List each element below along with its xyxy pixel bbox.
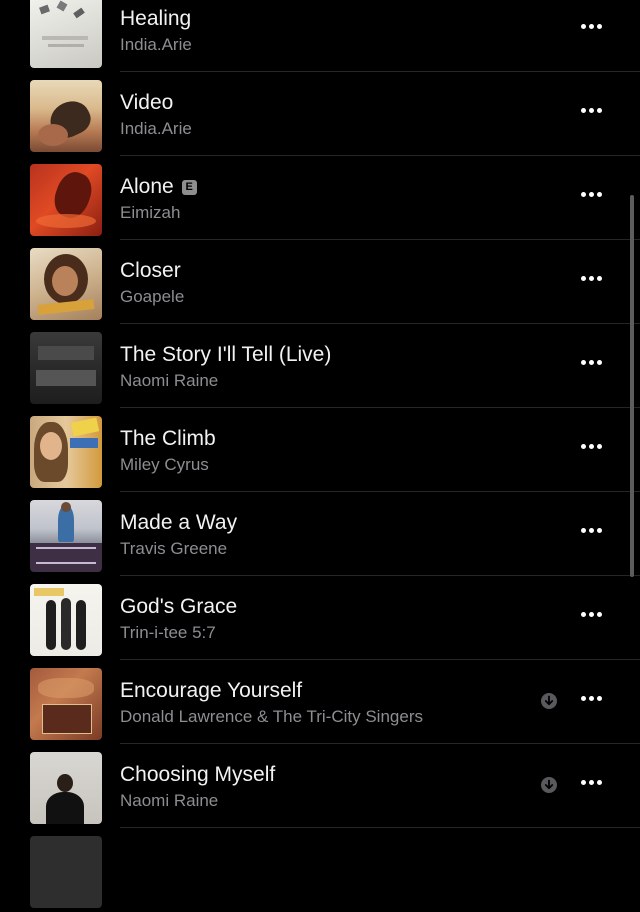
album-art[interactable] [30,0,102,68]
song-row[interactable]: God's Grace Trin-i-tee 5:7 [0,576,640,660]
song-artist: Naomi Raine [120,371,219,390]
more-options-icon[interactable] [581,360,602,365]
song-artist: Trin-i-tee 5:7 [120,623,216,642]
album-art[interactable] [30,164,102,236]
song-artist: Goapele [120,287,185,306]
album-art[interactable] [30,80,102,152]
album-art[interactable] [30,752,102,824]
more-options-icon[interactable] [581,612,602,617]
song-title: Alone [120,175,174,198]
song-title: Encourage Yourself [120,679,303,702]
album-art[interactable] [30,584,102,656]
more-options-icon[interactable] [581,444,602,449]
song-artist: India.Arie [120,35,192,54]
song-info: The Story I'll Tell (Live) Naomi Raine [120,342,640,391]
downloaded-arrow-icon [541,777,557,793]
album-art[interactable] [30,668,102,740]
more-options-icon[interactable] [581,528,602,533]
song-row[interactable]: Video India.Arie [0,72,640,156]
song-artist: Eimizah [120,203,181,222]
song-artist: Travis Greene [120,539,228,558]
more-options-icon[interactable] [581,108,602,113]
song-artist: India.Arie [120,119,192,138]
explicit-badge: E [181,179,197,195]
song-info: Made a Way Travis Greene [120,510,640,559]
song-artist: Miley Cyrus [120,455,209,474]
song-row[interactable]: Healing India.Arie [0,0,640,72]
more-options-icon[interactable] [581,276,602,281]
song-info: Video India.Arie [120,90,640,139]
song-title: Closer [120,259,181,282]
song-row[interactable]: The Story I'll Tell (Live) Naomi Raine [0,324,640,408]
song-row[interactable]: Closer Goapele [0,240,640,324]
song-title: Choosing Myself [120,763,276,786]
song-row[interactable]: Alone E Eimizah [0,156,640,240]
more-options-icon[interactable] [581,780,602,785]
song-title: The Story I'll Tell (Live) [120,343,332,366]
more-options-icon[interactable] [581,192,602,197]
scrollbar[interactable] [630,195,634,577]
album-art[interactable] [30,500,102,572]
song-info: Alone E Eimizah [120,174,640,223]
album-art[interactable] [30,248,102,320]
song-info: Closer Goapele [120,258,640,307]
song-row-partial[interactable] [0,828,640,912]
song-title: The Climb [120,427,216,450]
song-title: Made a Way [120,511,238,534]
song-row[interactable]: Encourage Yourself Donald Lawrence & The… [0,660,640,744]
album-art[interactable] [30,416,102,488]
song-info: God's Grace Trin-i-tee 5:7 [120,594,640,643]
song-row[interactable]: Choosing Myself Naomi Raine [0,744,640,828]
song-title: Healing [120,7,192,30]
song-title: Video [120,91,174,114]
song-row[interactable]: Made a Way Travis Greene [0,492,640,576]
song-row[interactable]: The Climb Miley Cyrus [0,408,640,492]
downloaded-arrow-icon [541,693,557,709]
song-artist: Naomi Raine [120,791,219,810]
song-info: Choosing Myself Naomi Raine [120,762,640,811]
more-options-icon[interactable] [581,24,602,29]
song-artist: Donald Lawrence & The Tri-City Singers [120,707,423,726]
more-options-icon[interactable] [581,696,602,701]
song-info: Healing India.Arie [120,6,640,55]
album-art[interactable] [30,836,102,908]
song-list: Healing India.Arie Video India.Arie Alon… [0,0,640,912]
song-info: Encourage Yourself Donald Lawrence & The… [120,678,640,727]
song-info: The Climb Miley Cyrus [120,426,640,475]
song-title: God's Grace [120,595,238,618]
album-art[interactable] [30,332,102,404]
